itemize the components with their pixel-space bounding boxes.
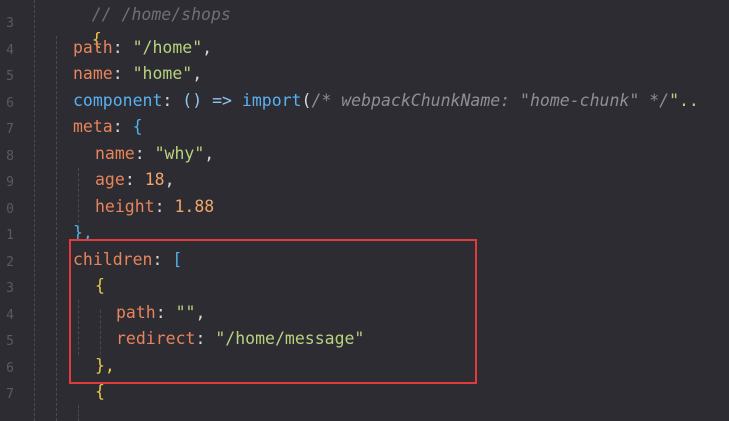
- line-number: 4: [6, 43, 14, 58]
- property-key: path: [116, 303, 156, 322]
- property-key: height: [95, 197, 155, 216]
- property-key: children: [73, 250, 153, 269]
- code-line: height: 1.88: [95, 197, 215, 216]
- number-value: 18: [144, 170, 165, 189]
- string-value: "why": [154, 144, 205, 163]
- property-key: age: [95, 170, 125, 189]
- property-key: name: [95, 144, 135, 163]
- line-number: 6: [6, 96, 14, 111]
- brace: },: [73, 223, 93, 242]
- string-value: "..: [669, 91, 699, 110]
- code-line: name: "why",: [95, 144, 215, 163]
- property-key: meta: [73, 117, 113, 136]
- code-line: component: () => import(/* webpackChunkN…: [73, 91, 699, 110]
- code-line: {: [95, 276, 105, 295]
- line-number: 4: [6, 308, 14, 323]
- line-number: 5: [6, 334, 14, 349]
- indent-guide: [100, 310, 101, 360]
- property-key: redirect: [116, 329, 196, 348]
- indent-guide: [78, 168, 79, 228]
- line-number: 9: [6, 175, 14, 190]
- line-number: 5: [6, 69, 14, 84]
- code-line: },: [95, 356, 115, 375]
- line-number: 0: [6, 202, 14, 217]
- brace: {: [95, 276, 105, 295]
- indent-guide: [34, 0, 35, 421]
- code-line: },: [73, 223, 93, 242]
- line-number: 3: [6, 16, 14, 31]
- string-value: "/home": [132, 38, 203, 57]
- string-value: "": [175, 303, 196, 322]
- brace: },: [95, 356, 115, 375]
- code-line: path: "",: [116, 303, 206, 322]
- line-number: 3: [6, 281, 14, 296]
- string-value: "home": [132, 64, 193, 83]
- brace: {: [132, 117, 143, 136]
- line-number-gutter: 3 4 5 6 7 8 9 0 1 2 3 4 5 6 7: [0, 0, 22, 421]
- code-editor[interactable]: 3 4 5 6 7 8 9 0 1 2 3 4 5 6 7 // /home/s…: [0, 0, 729, 421]
- webpack-comment: /* webpackChunkName: "home-chunk" */: [311, 91, 670, 110]
- brace: {: [95, 382, 105, 401]
- code-line: {: [95, 382, 105, 401]
- import-keyword: import: [241, 91, 302, 110]
- number-value: 1.88: [174, 197, 215, 216]
- indent-guide: [56, 36, 57, 421]
- code-line: path: "/home",: [73, 38, 213, 57]
- code-line: age: 18,: [95, 170, 175, 189]
- string-value: "/home/message": [215, 329, 365, 348]
- property-key: component: [73, 91, 163, 110]
- line-number: 7: [6, 387, 14, 402]
- comment: // /home/shops: [91, 5, 231, 24]
- arrow-function: () =>: [182, 91, 232, 110]
- line-number: 8: [6, 149, 14, 164]
- bracket: [: [172, 250, 183, 269]
- indent-guide: [78, 300, 79, 355]
- property-key: path: [73, 38, 113, 57]
- code-line: meta: {: [73, 117, 143, 136]
- line-number: 7: [6, 122, 14, 137]
- code-line: children: [: [73, 250, 183, 269]
- line-number: 6: [6, 361, 14, 376]
- indent-guide: [78, 405, 79, 421]
- code-line: redirect: "/home/message": [116, 329, 365, 348]
- code-line: name: "home",: [73, 64, 203, 83]
- paren: (: [301, 91, 312, 110]
- property-key: name: [73, 64, 113, 83]
- line-number: 1: [6, 228, 14, 243]
- line-number: 2: [6, 255, 14, 270]
